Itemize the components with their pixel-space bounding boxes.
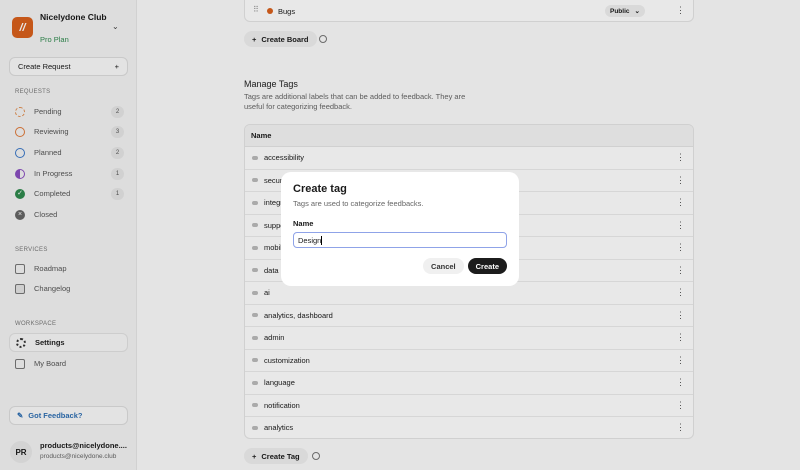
text-cursor (321, 235, 323, 245)
dialog-title: Create tag (293, 183, 347, 195)
dialog-description: Tags are used to categorize feedbacks. (293, 199, 424, 208)
tag-name-value: Design (298, 235, 322, 245)
create-button[interactable]: Create (467, 258, 507, 274)
tag-name-input[interactable]: Design (293, 232, 507, 248)
name-label: Name (293, 219, 314, 228)
create-tag-dialog: Create tag Tags are used to categorize f… (281, 172, 519, 286)
cancel-button[interactable]: Cancel (423, 258, 464, 274)
